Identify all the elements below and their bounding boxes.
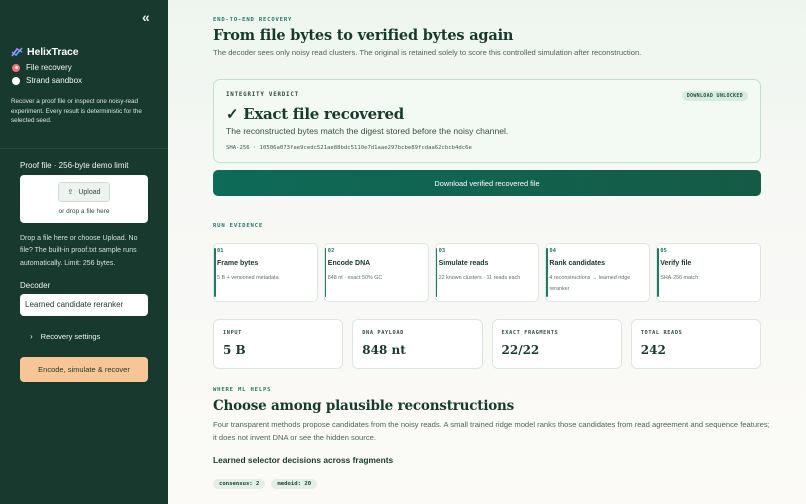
step-detail: 848 nt · exact 50% GC <box>327 275 383 281</box>
mode-option-strand-sandbox[interactable]: Strand sandbox <box>12 76 82 85</box>
radio-unselected-icon[interactable] <box>12 76 20 85</box>
decoder-select[interactable]: Learned candidate reranker <box>20 294 148 316</box>
metric-label: INPUT <box>223 330 242 336</box>
encode-simulate-recover-button[interactable]: Encode, simulate & recover <box>20 357 148 382</box>
step-number: 02 <box>327 248 335 254</box>
download-recovered-file-button[interactable]: Download verified recovered file <box>213 170 761 196</box>
step-title: Simulate reads <box>438 260 489 267</box>
step-title: Encode DNA <box>327 260 371 267</box>
collapse-sidebar-button[interactable]: « <box>142 10 156 24</box>
verdict-tag: INTEGRITY VERDICT <box>226 92 299 98</box>
proof-file-label: Proof file · 256-byte demo limit <box>20 161 129 170</box>
helix-logo-icon <box>11 47 23 57</box>
file-dropzone[interactable]: ⇪ Upload or drop a file here <box>20 175 148 223</box>
metric-label: EXACT FRAGMENTS <box>501 330 559 336</box>
step-card: 04 Rank candidates 4 reconstructions → l… <box>545 243 651 302</box>
metric-value: 22/22 <box>501 343 540 357</box>
ml-section-description: Four transparent methods propose candida… <box>213 420 770 442</box>
section-eyebrow: END-TO-END RECOVERY <box>213 17 293 23</box>
radio-selected-icon[interactable] <box>12 63 20 72</box>
verdict-description: The reconstructed bytes match the digest… <box>226 126 509 136</box>
run-evidence-eyebrow: RUN EVIDENCE <box>213 223 264 229</box>
brand: HelixTrace <box>11 46 79 58</box>
metric-card-total-reads: TOTAL READS 242 <box>630 319 761 369</box>
step-number: 03 <box>438 248 446 254</box>
metric-value: 5 B <box>223 343 246 357</box>
main-content: END-TO-END RECOVERY From file bytes to v… <box>168 0 806 504</box>
step-card: 03 Simulate reads 22 known clusters · 11… <box>434 243 540 302</box>
verdict-title: ✓ Exact file recovered <box>226 105 404 123</box>
step-card: 02 Encode DNA 848 nt · exact 50% GC <box>323 243 429 302</box>
metric-value: 848 nt <box>362 343 406 357</box>
metric-value: 242 <box>640 343 666 357</box>
step-detail: 4 reconstructions → learned ridge rerank… <box>549 275 631 292</box>
metrics-row: INPUT 5 B DNA PAYLOAD 848 nt EXACT FRAGM… <box>213 319 761 369</box>
step-detail: 5 B + versioned metadata <box>217 275 279 281</box>
mode-option-file-recovery[interactable]: File recovery <box>12 63 72 72</box>
ml-eyebrow: WHERE ML HELPS <box>213 387 272 393</box>
decision-chip: medoid: 20 <box>271 479 318 489</box>
step-detail: 22 known clusters · 11 reads each <box>438 275 521 281</box>
mode-label: File recovery <box>26 63 72 72</box>
selector-decision-chips: consensus: 2 medoid: 20 <box>213 479 318 489</box>
step-detail: SHA-256 match <box>660 275 699 281</box>
selector-decisions-heading: Learned selector decisions across fragme… <box>213 455 394 465</box>
upload-help-text: Drop a file here or choose Upload. No fi… <box>20 235 138 267</box>
metric-label: DNA PAYLOAD <box>362 330 404 336</box>
page-subtitle: The decoder sees only noisy read cluster… <box>213 48 642 57</box>
drop-hint: or drop a file here <box>58 208 110 215</box>
step-title: Rank candidates <box>549 260 606 267</box>
metric-label: TOTAL READS <box>640 330 683 336</box>
recovery-settings-label: Recovery settings <box>40 332 101 341</box>
step-number: 05 <box>660 248 667 254</box>
ml-section-title: Choose among plausible reconstructions <box>213 398 515 414</box>
step-number: 01 <box>217 248 224 254</box>
step-title: Verify file <box>660 260 692 267</box>
upload-button[interactable]: ⇪ Upload <box>58 182 110 202</box>
sidebar-description: Recover a proof file or inspect one nois… <box>11 98 142 125</box>
metric-card-input: INPUT 5 B <box>213 319 344 369</box>
status-badge: DOWNLOAD UNLOCKED <box>681 91 748 101</box>
run-evidence-steps: 01 Frame bytes 5 B + versioned metadata … <box>213 243 761 302</box>
recovery-settings-expander[interactable]: › Recovery settings <box>30 332 100 341</box>
upload-icon: ⇪ <box>67 189 74 196</box>
metric-card-exact-fragments: EXACT FRAGMENTS 22/22 <box>491 319 622 369</box>
sha256-hash: SHA-256 · 10506a073fae9cedc521ae88bdc511… <box>226 145 472 151</box>
sidebar-divider <box>0 148 168 149</box>
chevron-right-icon: › <box>30 332 33 341</box>
mode-label: Strand sandbox <box>26 76 83 85</box>
brand-name: HelixTrace <box>27 46 79 58</box>
decoder-label: Decoder <box>20 281 51 290</box>
decision-chip: consensus: 2 <box>213 479 266 489</box>
step-number: 04 <box>549 248 557 254</box>
step-card: 01 Frame bytes 5 B + versioned metadata <box>213 243 318 302</box>
step-title: Frame bytes <box>217 260 259 267</box>
step-card: 05 Verify file SHA-256 match <box>656 243 761 302</box>
upload-label: Upload <box>78 188 101 196</box>
sidebar: « HelixTrace File recovery Strand sandbo… <box>0 0 168 504</box>
integrity-verdict-card: INTEGRITY VERDICT DOWNLOAD UNLOCKED ✓ Ex… <box>213 79 761 163</box>
metric-card-dna-payload: DNA PAYLOAD 848 nt <box>352 319 483 369</box>
page-title: From file bytes to verified bytes again <box>213 27 514 44</box>
